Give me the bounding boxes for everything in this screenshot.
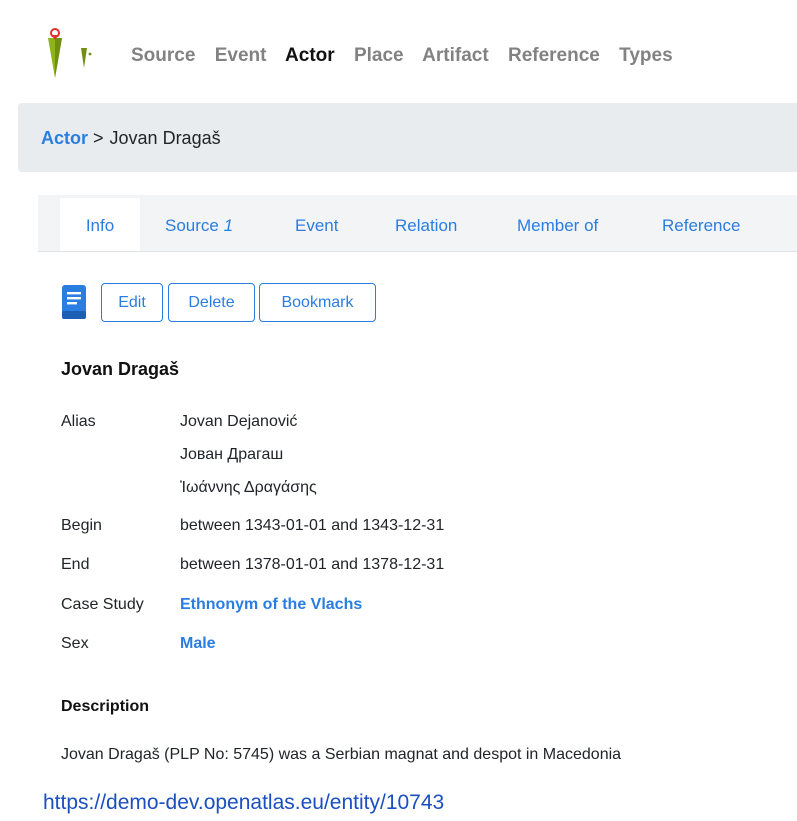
entity-panel: Info Source 1 Event Relation Member of R… [38, 195, 797, 748]
bookmark-button[interactable]: Bookmark [259, 283, 376, 322]
top-navbar: Source Event Actor Place Artifact Refere… [0, 0, 797, 100]
breadcrumb-link-actor[interactable]: Actor [41, 128, 88, 148]
breadcrumb-current: Jovan Dragaš [109, 128, 221, 148]
delete-button[interactable]: Delete [168, 283, 255, 322]
begin-value: between 1343-01-01 and 1343-12-31 [180, 517, 445, 534]
tab-info[interactable]: Info [60, 198, 140, 251]
tab-relation[interactable]: Relation [395, 198, 457, 251]
tab-event[interactable]: Event [295, 198, 338, 251]
alias-label: Alias [61, 413, 96, 430]
end-label: End [61, 556, 90, 573]
tab-source[interactable]: Source 1 [165, 198, 233, 251]
case-study-link[interactable]: Ethnonym of the Vlachs [180, 596, 362, 614]
alias-value-3: Ἰωάννης Δραγάσης [180, 479, 317, 496]
tab-reference[interactable]: Reference [662, 198, 740, 251]
tab-member-of[interactable]: Member of [517, 198, 598, 251]
alias-value-2: Јован Драгаш [180, 446, 284, 463]
sex-link[interactable]: Male [180, 635, 216, 653]
nav-artifact[interactable]: Artifact [422, 45, 489, 66]
nav-place[interactable]: Place [354, 45, 404, 66]
breadcrumb-separator: > [93, 128, 104, 148]
nav-reference[interactable]: Reference [508, 45, 600, 66]
end-value: between 1378-01-01 and 1378-12-31 [180, 556, 445, 573]
case-study-label: Case Study [61, 596, 144, 613]
nav-actor[interactable]: Actor [285, 45, 335, 66]
nav-types[interactable]: Types [619, 45, 673, 66]
sex-label: Sex [61, 635, 89, 652]
nav-source[interactable]: Source [131, 45, 195, 66]
description-heading: Description [61, 698, 150, 715]
main-menu: Source Event Actor Place Artifact Refere… [131, 45, 687, 67]
tab-source-count: 1 [223, 216, 234, 235]
nav-event[interactable]: Event [215, 45, 267, 66]
tab-source-label: Source [165, 216, 219, 235]
document-icon[interactable] [61, 284, 87, 320]
edit-button[interactable]: Edit [101, 283, 163, 322]
tab-bar: Info Source 1 Event Relation Member of R… [38, 195, 797, 252]
page-url[interactable]: https://demo-dev.openatlas.eu/entity/107… [43, 791, 444, 815]
entity-title: Jovan Dragaš [61, 359, 180, 379]
begin-label: Begin [61, 517, 102, 534]
openatlas-logo-icon[interactable] [46, 26, 98, 80]
breadcrumb: Actor > Jovan Dragaš [41, 128, 221, 149]
description-text: Jovan Dragaš (PLP No: 5745) was a Serbia… [61, 746, 622, 763]
alias-value-1: Jovan Dejanović [180, 413, 298, 430]
breadcrumb-bar: Actor > Jovan Dragaš [18, 103, 797, 172]
